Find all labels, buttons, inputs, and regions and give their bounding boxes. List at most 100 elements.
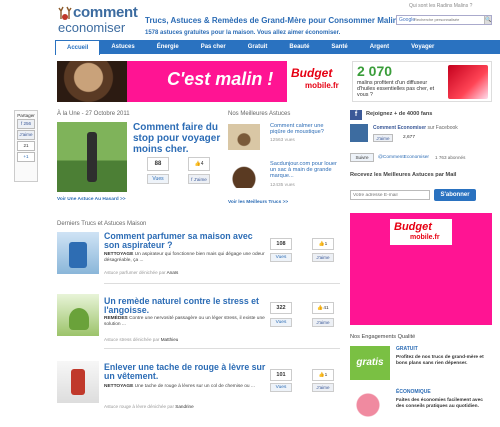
article-vues-button[interactable]: Vues [270,253,292,262]
share-fb-count[interactable]: f 256 [17,119,35,129]
article-fb-like-button[interactable]: J'aime [312,318,334,327]
article-author: Astuce parfumer dénichée par Anaïs [104,270,178,275]
article-category[interactable]: REMÈDES [104,316,128,321]
share-fb-like-button[interactable]: J'aime [17,130,35,140]
subscribe-button[interactable]: S'abonner [434,189,476,201]
fb-page-name[interactable]: Comment Economiser sur Facebook [373,125,458,131]
divider [104,348,340,349]
facebook-icon[interactable]: f [350,110,362,120]
article-description: NETTOYAGE Un aspirateur qui fonctionne b… [104,252,266,264]
article-title[interactable]: Comment parfumer sa maison avec son aspi… [104,232,266,250]
fb-page-like-count: 2,677 [403,135,416,140]
article-image[interactable] [57,294,99,336]
engagement-description: Profitez de nos trucs de grand-mère et b… [396,355,484,366]
article-excerpt: Contre une nervosité passagère ou un lég… [104,316,265,327]
derniers-heading: Derniers Trucs et Astuces Maison [57,221,147,227]
sidebar-ad-brand-line1: Budget [394,221,432,233]
une-like-count: 👍4 [188,157,210,171]
search-input[interactable] [414,17,469,22]
handbag-image[interactable] [228,162,260,188]
article-image[interactable] [57,232,99,274]
nav-item-accueil[interactable]: Accueil [55,39,101,55]
une-photo[interactable] [57,122,127,192]
logo-text-comment[interactable]: comment [73,5,138,21]
sidebar-ad-brand-line2: mobile.fr [410,234,440,241]
main-nav: Accueil Astuces Énergie Pas cher Gratuit… [55,39,500,55]
article-author-prefix: Astuce stress dénichée par [104,337,160,342]
nav-item-astuces[interactable]: Astuces [100,40,145,54]
search-box: Google 🔍 [396,15,492,25]
article-title[interactable]: Enlever une tache de rouge à lèvre sur u… [104,363,266,381]
article-category[interactable]: NETTOYAGE [104,384,133,389]
article-vues-button[interactable]: Vues [270,383,292,392]
banner-ad[interactable]: C'est malin ! Budget mobile.fr [57,61,347,102]
site-subtagline: 1578 astuces gratuites pour la maison. V… [145,30,341,36]
monkey-image [57,61,127,102]
twitter-handle[interactable]: @CommentEconomiser [378,155,429,160]
article-like-count-value: 1 [324,242,328,247]
share-fb-count-value: 256 [23,121,32,126]
about-link[interactable]: Qui sont les Radins Malins ? [409,3,472,9]
article-view-count: 101 [270,369,292,381]
nav-item-gratuit[interactable]: Gratuit [237,40,279,54]
newsletter-email-input[interactable] [350,190,430,200]
article-image[interactable] [57,361,99,403]
article-like-count-value: 41 [323,306,329,311]
une-title[interactable]: Comment faire du stop pour voyager moins… [133,122,223,155]
article-like-count-value: 1 [324,373,328,378]
best-tip-title[interactable]: Comment calmer une piqûre de moustique? [270,123,338,135]
nav-item-voyager[interactable]: Voyager [400,40,445,54]
promo-ad[interactable]: 2 070 malins profitent d'un diffuseur d'… [352,61,492,102]
promo-number: 2 070 [357,63,393,79]
article-excerpt: Une tache de rouge à lèvres sur un col d… [134,384,255,389]
article-author-name[interactable]: Matthieu [161,337,179,342]
site-tagline: Trucs, Astuces & Remèdes de Grand-Mère p… [145,16,400,25]
article-fb-like-button[interactable]: J'aime [312,383,334,392]
nav-item-pas-cher[interactable]: Pas cher [190,40,237,54]
article-author: Astuce stress dénichée par Matthieu [104,337,178,342]
twitter-follow-button[interactable]: Suivre [350,153,374,162]
engagement-title: GRATUIT [396,346,418,352]
logo-antlers-icon[interactable] [58,5,72,21]
fb-page-avatar[interactable] [350,124,368,142]
article-view-count: 108 [270,238,292,250]
fb-fans-heading: Rejoignez + de 4000 fans [366,111,433,117]
nav-item-beaute[interactable]: Beauté [278,40,320,54]
article-like-count: 👍1 [312,369,334,381]
nav-item-energie[interactable]: Énergie [146,40,190,54]
sidebar-ad-logo: Budget mobile.fr [390,219,452,245]
gratuit-image: gratis [350,346,390,380]
newsletter-heading: Recevez les Meilleures Astuces par Mail [350,172,457,178]
article-title[interactable]: Un remède naturel contre le stress et l'… [104,297,266,315]
search-button[interactable]: 🔍 [484,16,491,24]
best-tip-title[interactable]: Sacdunjour.com pour louer un sac à main … [270,161,338,179]
engagement-title: ÉCONOMIQUE [396,389,431,395]
logo-text-economiser[interactable]: economiser [58,21,125,35]
mosquito-image[interactable] [228,124,260,150]
share-label: Partager [17,113,35,118]
une-fb-like-button[interactable]: f J'aime [188,174,210,184]
best-tips-link[interactable]: Voir les Meilleurs Trucs >> [228,200,288,205]
une-vues-button[interactable]: Vues [147,174,169,184]
nav-item-argent[interactable]: Argent [359,40,400,54]
share-rail: Partager f 256 J'aime 21 +1 [14,110,38,182]
une-view-count: 88 [147,157,169,171]
nav-item-sante[interactable]: Santé [320,40,358,54]
twitter-follower-count: 1 763 abonnés [435,155,466,160]
random-tip-link[interactable]: Voir Une Astuce Au Hasard >> [57,197,126,202]
article-category[interactable]: NETTOYAGE [104,252,133,257]
share-plusone-button[interactable]: +1 [17,152,35,162]
article-author: Astuce rouge à lèvre dénichée par Sandri… [104,404,194,409]
banner-brand-logo: Budget mobile.fr [287,61,347,102]
sidebar-ad[interactable]: Budget mobile.fr [350,213,492,325]
banner-brand-line2: mobile.fr [305,81,339,90]
article-fb-like-button[interactable]: J'aime [312,253,334,262]
article-author-prefix: Astuce rouge à lèvre dénichée par [104,404,174,409]
best-tip-views: 12435 vues [270,183,295,188]
article-vues-button[interactable]: Vues [270,318,292,327]
article-view-count: 322 [270,302,292,314]
fb-page-like-button[interactable]: J'aime [373,134,393,142]
fb-on-label: sur Facebook [427,125,458,131]
article-author-name[interactable]: Anaïs [167,270,179,275]
article-author-name[interactable]: Sandrine [175,404,193,409]
